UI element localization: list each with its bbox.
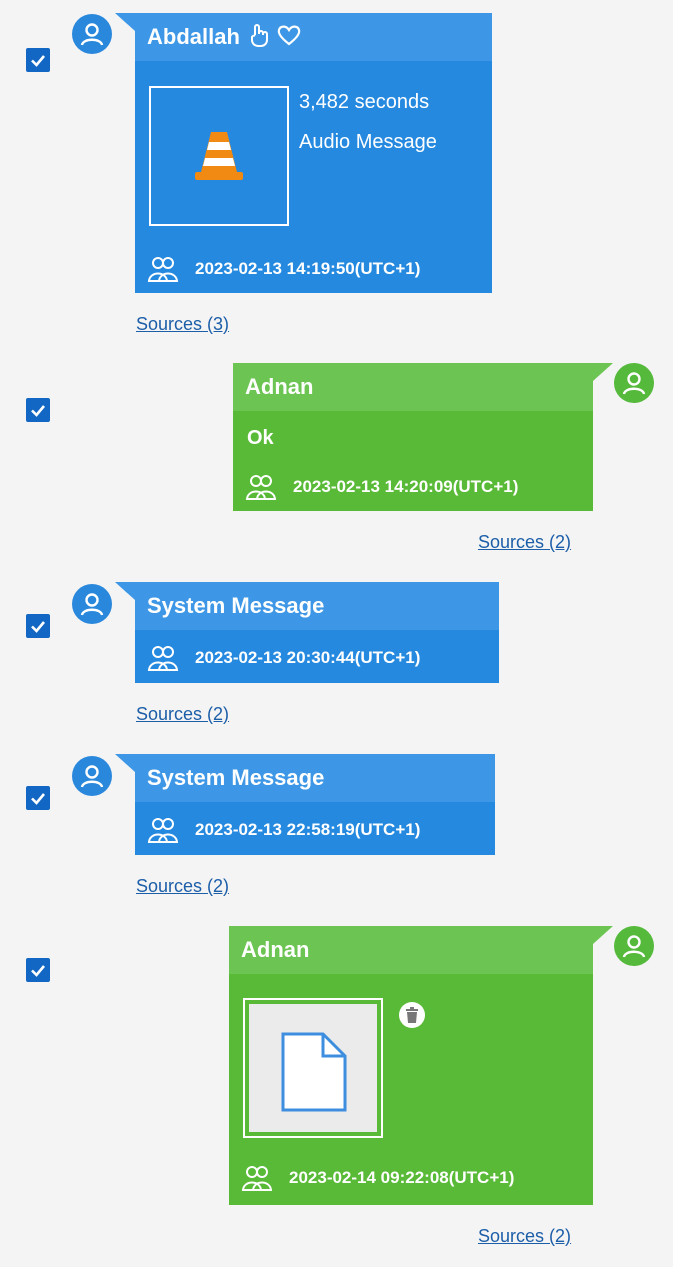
message-timestamp-row: 2023-02-13 14:20:09(UTC+1) bbox=[245, 471, 518, 503]
message-header: System Message bbox=[135, 582, 499, 630]
group-icon bbox=[147, 257, 179, 282]
message-bubble[interactable]: System Message 2023-02-13 22:58:19(UTC+1… bbox=[115, 754, 495, 855]
message-bubble[interactable]: Adnan Ok 2023-02-13 14:20:09(UTC+1) bbox=[233, 363, 613, 511]
person-icon bbox=[622, 372, 646, 395]
contact-avatar-icon[interactable] bbox=[614, 926, 654, 966]
person-icon bbox=[622, 935, 646, 958]
deleted-trash-icon bbox=[399, 1002, 425, 1028]
group-icon bbox=[147, 818, 179, 843]
attachment-type-label: Audio Message bbox=[299, 131, 437, 153]
message-timestamp: 2023-02-13 20:30:44(UTC+1) bbox=[195, 648, 421, 667]
heart-outline-icon bbox=[277, 25, 301, 46]
checkmark-icon bbox=[31, 621, 45, 633]
sender-name: System Message bbox=[147, 765, 325, 790]
bubble-tail bbox=[115, 582, 135, 600]
hand-icon bbox=[251, 24, 269, 47]
group-icon bbox=[147, 646, 179, 671]
sources-link[interactable]: Sources (2) bbox=[136, 704, 229, 725]
bubble-tail bbox=[115, 754, 135, 772]
message-bubble[interactable]: Adnan 2023-02-14 09:22:08(UTC+1) bbox=[229, 926, 613, 1205]
person-icon bbox=[80, 593, 104, 616]
contact-avatar-icon[interactable] bbox=[614, 363, 654, 403]
person-icon bbox=[80, 765, 104, 788]
bubble-tail bbox=[115, 13, 135, 31]
contact-avatar-icon[interactable] bbox=[72, 14, 112, 54]
message-timestamp: 2023-02-13 14:20:09(UTC+1) bbox=[293, 477, 519, 496]
message-bubble[interactable]: System Message 2023-02-13 20:30:44(UTC+1… bbox=[115, 582, 499, 683]
message-checkbox[interactable] bbox=[26, 398, 50, 422]
bubble-tail bbox=[593, 363, 613, 381]
file-icon bbox=[281, 1032, 347, 1112]
message-timestamp-row: 2023-02-13 22:58:19(UTC+1) bbox=[147, 814, 420, 846]
message-header: Abdallah bbox=[135, 13, 492, 61]
message-checkbox[interactable] bbox=[26, 958, 50, 982]
sources-link[interactable]: Sources (2) bbox=[136, 876, 229, 897]
group-icon bbox=[241, 1166, 273, 1191]
contact-avatar-icon[interactable] bbox=[72, 756, 112, 796]
sender-name: Adnan bbox=[241, 937, 310, 962]
group-icon bbox=[245, 475, 277, 500]
message-timestamp-row: 2023-02-14 09:22:08(UTC+1) bbox=[241, 1162, 514, 1194]
audio-duration: 3,482 seconds bbox=[299, 91, 430, 113]
file-preview bbox=[249, 1004, 377, 1132]
message-timestamp: 2023-02-13 14:19:50(UTC+1) bbox=[195, 259, 421, 278]
contact-avatar-icon[interactable] bbox=[72, 584, 112, 624]
checkmark-icon bbox=[31, 55, 45, 67]
sources-link[interactable]: Sources (2) bbox=[478, 532, 571, 553]
message-timestamp: 2023-02-13 22:58:19(UTC+1) bbox=[195, 820, 421, 839]
person-icon bbox=[80, 23, 104, 46]
message-body: Ok bbox=[247, 427, 274, 449]
vlc-cone-icon bbox=[195, 132, 243, 180]
bubble-tail bbox=[593, 926, 613, 944]
message-header: Adnan bbox=[233, 363, 593, 411]
message-checkbox[interactable] bbox=[26, 48, 50, 72]
sender-name: Adnan bbox=[245, 374, 314, 399]
message-bubble[interactable]: Abdallah 3,482 seconds Audio Message 202… bbox=[115, 13, 492, 293]
message-timestamp: 2023-02-14 09:22:08(UTC+1) bbox=[289, 1168, 515, 1187]
message-header: Adnan bbox=[229, 926, 593, 974]
sender-name: System Message bbox=[147, 593, 325, 618]
message-timestamp-row: 2023-02-13 20:30:44(UTC+1) bbox=[147, 642, 420, 674]
sources-link[interactable]: Sources (3) bbox=[136, 314, 229, 335]
audio-attachment-thumbnail[interactable] bbox=[149, 86, 289, 226]
message-checkbox[interactable] bbox=[26, 614, 50, 638]
sources-link[interactable]: Sources (2) bbox=[478, 1226, 571, 1247]
message-checkbox[interactable] bbox=[26, 786, 50, 810]
message-header: System Message bbox=[135, 754, 495, 802]
sender-name: Abdallah bbox=[147, 24, 240, 49]
checkmark-icon bbox=[31, 405, 45, 417]
message-timestamp-row: 2023-02-13 14:19:50(UTC+1) bbox=[147, 253, 420, 285]
checkmark-icon bbox=[31, 965, 45, 977]
file-attachment-thumbnail[interactable] bbox=[243, 998, 383, 1138]
checkmark-icon bbox=[31, 793, 45, 805]
